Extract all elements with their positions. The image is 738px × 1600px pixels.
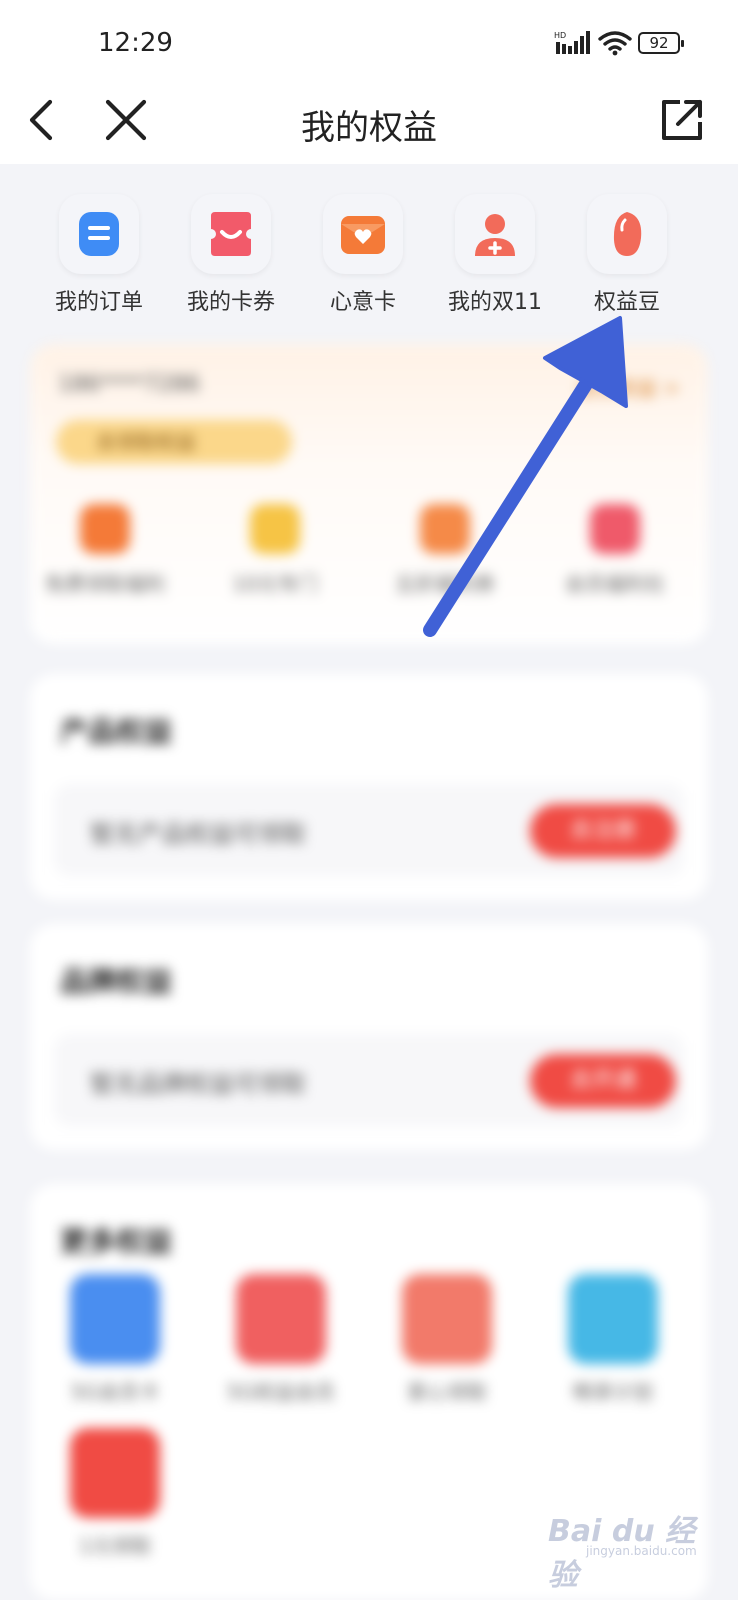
watermark-url: jingyan.baidu.com xyxy=(586,1544,697,1558)
network-type-label: HD xyxy=(554,31,566,40)
member-icon xyxy=(236,1274,326,1364)
section-empty-text: 暂无产品权益可领取 xyxy=(90,820,306,848)
video-icon xyxy=(70,1428,160,1518)
shortcut-rights-beans[interactable]: 权益豆 xyxy=(560,194,694,316)
shortcut-row: 我的订单 我的卡券 心意卡 我的双11 权益豆 xyxy=(0,164,738,334)
more-item[interactable]: 5G权益会员 xyxy=(206,1274,356,1405)
more-item-label: 5G权益会员 xyxy=(226,1380,336,1404)
section-row: 暂无产品权益可领取 去注册 xyxy=(54,784,684,876)
member-claim-pill[interactable]: 去领取权益 xyxy=(56,420,292,464)
section-row: 暂无品牌权益可领取 去开通 xyxy=(54,1034,684,1126)
shortcut-gift-card[interactable]: 心意卡 xyxy=(296,194,430,316)
shortcut-my-double11[interactable]: 我的双11 xyxy=(428,194,562,316)
shortcut-label: 权益豆 xyxy=(593,290,660,315)
register-button[interactable]: 去注册 xyxy=(530,804,676,858)
bell-icon xyxy=(568,1274,658,1364)
wifi-icon xyxy=(598,31,632,56)
more-item-label: 5G会员卡 xyxy=(70,1380,160,1404)
more-item-label: 爱心领取 xyxy=(407,1380,487,1404)
battery-indicator: 92 xyxy=(638,32,684,54)
member-item[interactable]: 五折福利券 xyxy=(370,504,520,597)
page-title: 我的权益 xyxy=(301,108,437,148)
member-item-label: 免费领取福利 xyxy=(45,572,165,596)
shortcut-label: 我的订单 xyxy=(54,290,143,315)
gift-bag-icon xyxy=(80,504,130,554)
shortcut-label: 我的双11 xyxy=(448,290,542,315)
member-rights-link[interactable]: 会员权益 > xyxy=(577,372,680,401)
member-phone: 186****7286 xyxy=(58,372,200,397)
gift-card-icon xyxy=(323,194,403,274)
member-item[interactable]: 会员福利社 xyxy=(540,504,690,597)
more-item[interactable]: 1元领取 xyxy=(40,1428,190,1559)
section-title: 更多权益 xyxy=(60,1225,173,1258)
bean-icon xyxy=(587,194,667,274)
member-card: 186****7286 会员权益 > 去领取权益 免费领取福利 10元专门 五折… xyxy=(30,344,708,644)
baidu-watermark: Bai du 经验 jingyan.baidu.com xyxy=(548,1500,708,1593)
member-item-label: 五折福利券 xyxy=(395,572,495,596)
shortcut-label: 我的卡券 xyxy=(186,290,275,315)
shortcut-my-orders[interactable]: 我的订单 xyxy=(32,194,166,316)
section-empty-text: 暂无品牌权益可领取 xyxy=(90,1070,306,1098)
member-item-label: 10元专门 xyxy=(232,572,318,596)
more-item[interactable]: 爱心领取 xyxy=(372,1274,522,1405)
shortcut-my-coupons[interactable]: 我的卡券 xyxy=(164,194,298,316)
shortcut-label: 心意卡 xyxy=(329,290,396,315)
brand-rights-section: 品牌权益 暂无品牌权益可领取 去开通 xyxy=(30,924,708,1150)
member-item[interactable]: 10元专门 xyxy=(200,504,350,597)
coupon-icon xyxy=(420,504,470,554)
shop-icon xyxy=(590,504,640,554)
coupon-icon xyxy=(191,194,271,274)
more-item-label: 1元领取 xyxy=(78,1534,152,1558)
more-item[interactable]: 5G会员卡 xyxy=(40,1274,190,1405)
heart-icon xyxy=(402,1274,492,1364)
member-item-label: 会员福利社 xyxy=(565,572,665,596)
status-bar: 12:29 HD 92 xyxy=(0,0,738,86)
more-item[interactable]: 畅享计划 xyxy=(538,1274,688,1405)
cellular-signal-icon: HD xyxy=(554,31,590,54)
activate-button[interactable]: 去开通 xyxy=(530,1054,676,1108)
section-title: 产品权益 xyxy=(60,715,173,748)
section-title: 品牌权益 xyxy=(60,965,173,998)
share-icon[interactable] xyxy=(658,92,708,148)
nav-bar: 我的权益 xyxy=(0,86,738,164)
order-icon xyxy=(59,194,139,274)
ticket-icon xyxy=(250,504,300,554)
product-rights-section: 产品权益 暂无产品权益可领取 去注册 xyxy=(30,674,708,900)
card-icon xyxy=(70,1274,160,1364)
more-item-label: 畅享计划 xyxy=(573,1380,653,1404)
status-time: 12:29 xyxy=(98,28,173,58)
member-item[interactable]: 免费领取福利 xyxy=(30,504,180,597)
double11-icon xyxy=(455,194,535,274)
